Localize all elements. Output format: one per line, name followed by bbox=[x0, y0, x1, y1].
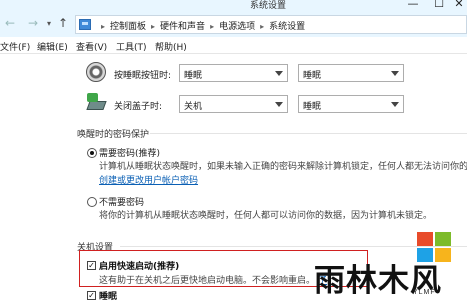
breadcrumb-separator[interactable]: ▸ bbox=[101, 22, 105, 31]
password-section-title: 唤醒时的密码保护 bbox=[77, 130, 150, 140]
change-password-link[interactable]: 创建或更改用户帐户密码 bbox=[99, 173, 198, 186]
forward-arrow-icon[interactable]: → bbox=[28, 16, 38, 30]
green-arrow-shape bbox=[87, 93, 98, 102]
power-button-label: 按睡眠按钮时: bbox=[114, 71, 172, 81]
breadcrumb-item-control-panel[interactable]: 控制面板 bbox=[110, 22, 146, 32]
sleep-label[interactable]: 睡眠 bbox=[99, 289, 117, 302]
no-password-description: 将你的计算机从睡眠状态唤醒时，任何人都可以访问你的数据，因为计算机未锁定。 bbox=[99, 211, 433, 221]
breadcrumb-item-system-settings[interactable]: 系统设置 bbox=[269, 22, 305, 32]
select-value: 睡眠 bbox=[184, 71, 203, 81]
require-password-label[interactable]: 需要密码(推荐) bbox=[99, 146, 160, 159]
title-bar: 系统设置 — ☐ ✕ bbox=[0, 0, 467, 12]
menu-bar: 文件(F) 编辑(E) 查看(V) 工具(T) 帮助(H) bbox=[0, 37, 467, 54]
select-value: 睡眠 bbox=[303, 102, 322, 112]
chevron-down-icon bbox=[275, 71, 283, 76]
logo-green-quadrant bbox=[435, 232, 451, 246]
menu-file[interactable]: 文件(F) bbox=[0, 40, 30, 53]
fast-startup-checkbox[interactable]: ✓ bbox=[87, 261, 96, 270]
menu-tools[interactable]: 工具(T) bbox=[116, 40, 147, 53]
breadcrumb-item-power-options[interactable]: 电源选项 bbox=[219, 22, 255, 32]
section-divider bbox=[150, 133, 467, 134]
power-button-icon bbox=[86, 62, 106, 82]
navigation-bar: ← → ▾ ↑ ▸ 控制面板 ▸ 硬件和声音 ▸ 电源选项 ▸ 系统设置 bbox=[0, 12, 467, 37]
select-value: 睡眠 bbox=[303, 71, 322, 81]
lid-close-label: 关闭盖子时: bbox=[114, 102, 163, 112]
lid-close-plugged-select[interactable]: 睡眠 bbox=[298, 95, 404, 113]
no-password-label[interactable]: 不需要密码 bbox=[99, 195, 144, 208]
maximize-button[interactable]: ☐ bbox=[428, 0, 450, 10]
chevron-down-icon bbox=[391, 71, 399, 76]
no-password-radio[interactable] bbox=[87, 197, 97, 207]
menu-help[interactable]: 帮助(H) bbox=[155, 40, 187, 53]
breadcrumb-separator[interactable]: ▸ bbox=[151, 22, 155, 31]
up-arrow-icon[interactable]: ↑ bbox=[58, 16, 68, 30]
menu-view[interactable]: 查看(V) bbox=[76, 40, 107, 53]
menu-edit[interactable]: 编辑(E) bbox=[37, 40, 68, 53]
require-password-radio[interactable] bbox=[87, 148, 97, 158]
breadcrumb: ▸ 控制面板 ▸ 硬件和声音 ▸ 电源选项 ▸ 系统设置 bbox=[96, 19, 305, 32]
window-title: 系统设置 bbox=[250, 1, 287, 11]
power-button-plugged-select[interactable]: 睡眠 bbox=[298, 64, 404, 82]
laptop-shape bbox=[86, 101, 107, 110]
chevron-down-icon bbox=[391, 102, 399, 107]
address-bar[interactable]: ▸ 控制面板 ▸ 硬件和声音 ▸ 电源选项 ▸ 系统设置 bbox=[75, 15, 467, 34]
fast-startup-description: 这有助于在关机之后更快地启动电脑。不会影响重启。 bbox=[99, 276, 316, 286]
power-button-battery-select[interactable]: 睡眠 bbox=[179, 64, 288, 82]
fast-startup-label[interactable]: 启用快速启动(推荐) bbox=[99, 259, 179, 272]
lid-close-battery-select[interactable]: 关机 bbox=[179, 95, 288, 113]
watermark-subtext: YLMF bbox=[413, 289, 436, 296]
recent-locations-dropdown-icon[interactable]: ▾ bbox=[47, 19, 51, 28]
laptop-lid-icon bbox=[86, 93, 107, 113]
back-arrow-icon[interactable]: ← bbox=[5, 16, 15, 30]
control-panel-icon bbox=[79, 19, 91, 30]
breadcrumb-separator[interactable]: ▸ bbox=[210, 22, 214, 31]
section-divider bbox=[120, 246, 467, 247]
sleep-checkbox[interactable]: ✓ bbox=[87, 291, 96, 300]
breadcrumb-separator[interactable]: ▸ bbox=[260, 22, 264, 31]
close-button[interactable]: ✕ bbox=[448, 0, 467, 10]
select-value: 关机 bbox=[184, 102, 203, 112]
logo-red-quadrant bbox=[417, 232, 433, 246]
minimize-button[interactable]: — bbox=[402, 0, 424, 10]
chevron-down-icon bbox=[275, 102, 283, 107]
require-password-description: 计算机从睡眠状态唤醒时，如果未输入正确的密码来解除计算机锁定，任何人都无法访问你… bbox=[99, 162, 467, 172]
breadcrumb-item-hardware-sound[interactable]: 硬件和声音 bbox=[160, 22, 205, 32]
